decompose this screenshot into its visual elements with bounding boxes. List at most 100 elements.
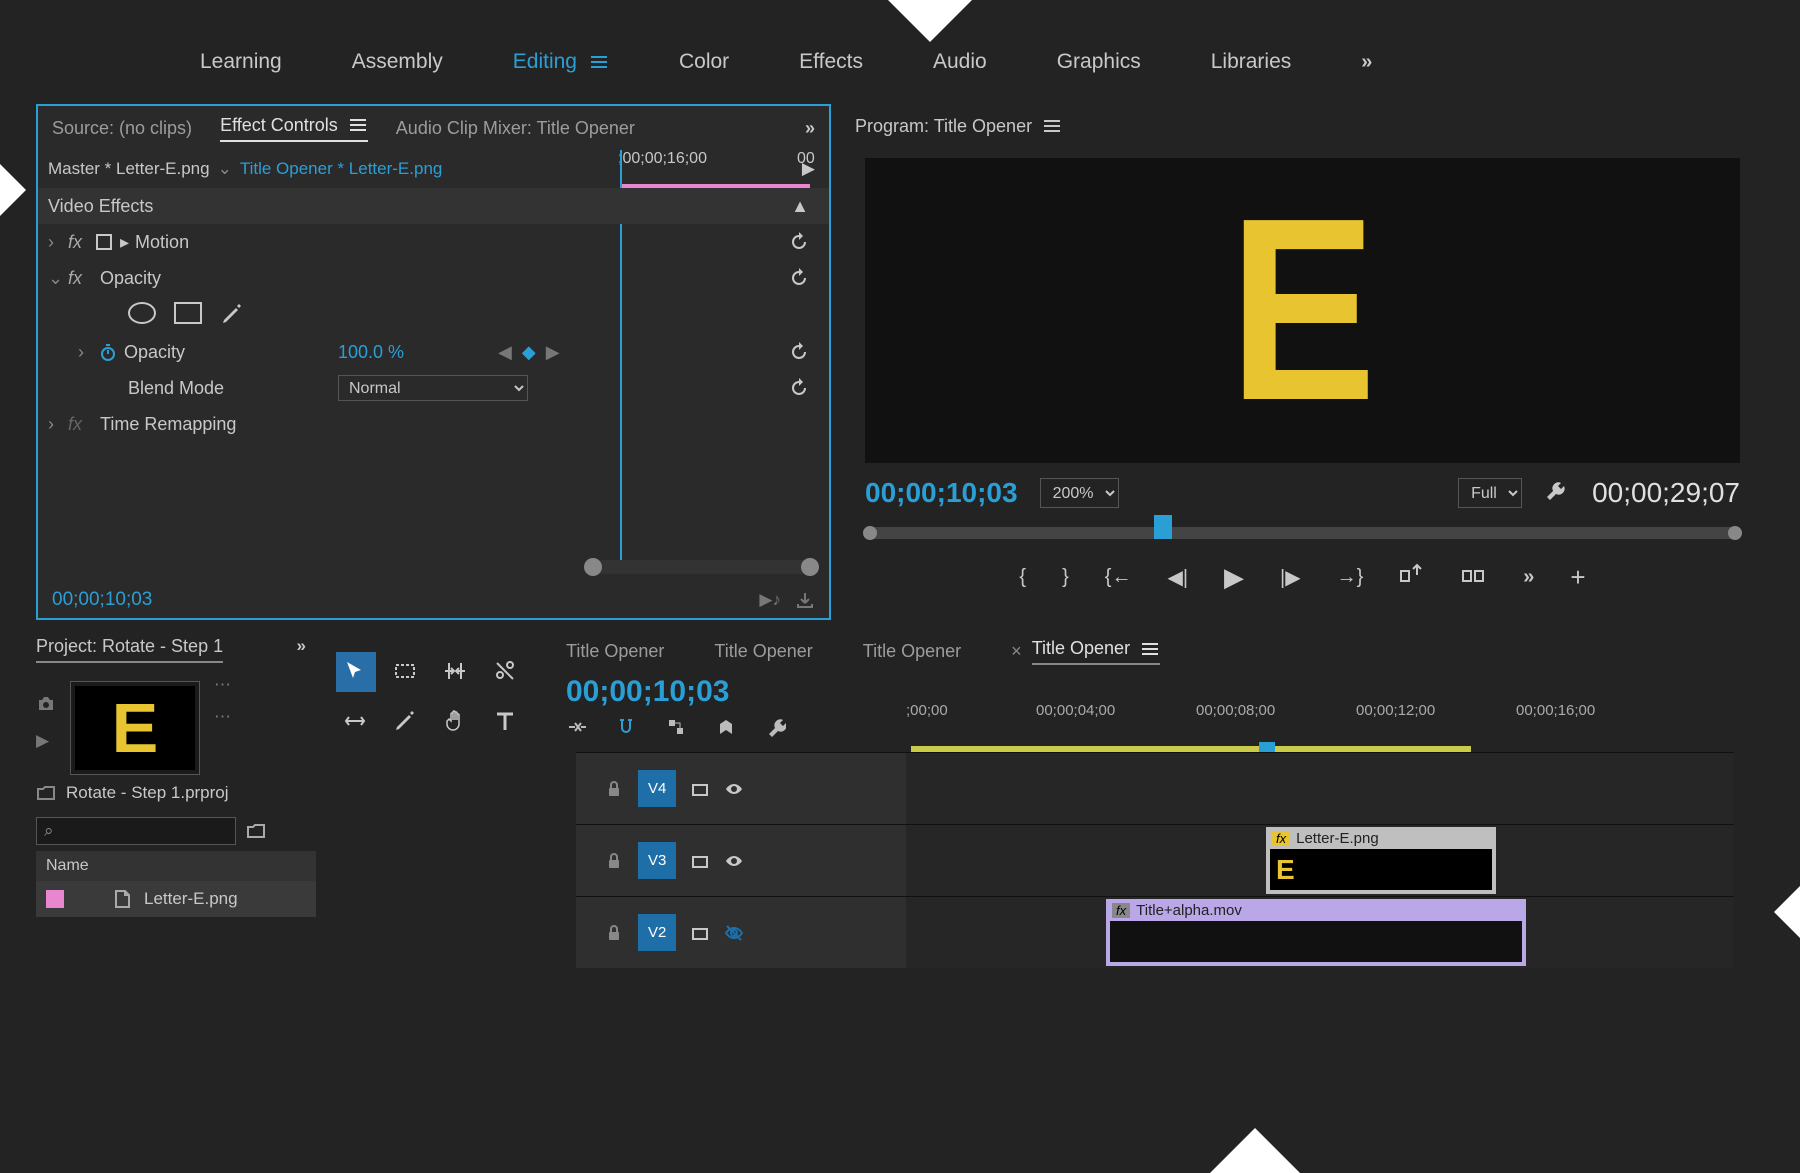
project-preview-thumb[interactable]: E xyxy=(70,681,200,775)
go-to-in-icon[interactable]: {← xyxy=(1105,566,1132,589)
reset-icon[interactable] xyxy=(789,342,809,362)
play-icon[interactable]: ▶ xyxy=(802,159,815,179)
stopwatch-icon[interactable] xyxy=(98,342,118,362)
ec-opacity-value[interactable]: 100.0 % xyxy=(338,342,404,363)
workspace-tab-graphics[interactable]: Graphics xyxy=(1057,50,1141,74)
collapse-up-icon[interactable]: ▲ xyxy=(791,196,809,217)
workspace-tab-color[interactable]: Color xyxy=(679,50,729,74)
twirl-right-icon[interactable]: › xyxy=(48,232,68,253)
workspace-tab-assembly[interactable]: Assembly xyxy=(352,50,443,74)
reset-icon[interactable] xyxy=(789,232,809,252)
scroll-thumb-left[interactable] xyxy=(584,558,602,576)
new-bin-icon[interactable] xyxy=(246,821,266,841)
workspace-tab-libraries[interactable]: Libraries xyxy=(1211,50,1292,74)
mark-out-icon[interactable]: } xyxy=(1062,566,1069,589)
play-preview-icon[interactable]: ▶ xyxy=(36,731,56,751)
ec-horizontal-scrollbar[interactable] xyxy=(586,560,817,574)
close-tab-icon[interactable]: × xyxy=(1011,641,1022,662)
clip-title-alpha[interactable]: fxTitle+alpha.mov xyxy=(1106,899,1526,966)
sync-lock-icon[interactable] xyxy=(690,851,710,871)
tab-source[interactable]: Source: (no clips) xyxy=(52,118,192,139)
snap-icon[interactable] xyxy=(616,717,636,737)
slip-tool-icon[interactable] xyxy=(336,702,376,742)
program-scrub-bar[interactable] xyxy=(865,527,1740,539)
bin-icon[interactable] xyxy=(36,783,56,803)
tab-effect-controls[interactable]: Effect Controls xyxy=(220,115,368,142)
eye-icon[interactable] xyxy=(724,779,744,799)
sync-lock-icon[interactable] xyxy=(690,779,710,799)
lock-icon[interactable] xyxy=(604,779,624,799)
wrench-settings-icon[interactable] xyxy=(1544,480,1570,506)
panel-menu-icon[interactable] xyxy=(1140,639,1160,659)
lock-icon[interactable] xyxy=(604,923,624,943)
twirl-right-icon[interactable]: › xyxy=(78,342,98,363)
track-v4-lane[interactable] xyxy=(906,753,1734,824)
clip-letter-e[interactable]: fxLetter-E.png E xyxy=(1266,827,1496,894)
fx-badge-icon[interactable]: fx xyxy=(68,268,94,289)
workspace-tab-editing[interactable]: Editing xyxy=(513,50,609,74)
scrub-dot-right[interactable] xyxy=(1728,526,1742,540)
track-select-tool-icon[interactable] xyxy=(386,652,426,692)
chevron-down-icon[interactable]: ⌄ xyxy=(218,159,232,179)
project-item-row[interactable]: Letter-E.png xyxy=(36,881,316,917)
reset-icon[interactable] xyxy=(789,378,809,398)
rectangle-mask-icon[interactable] xyxy=(174,302,202,324)
resolution-select[interactable]: Full xyxy=(1458,478,1522,508)
camera-icon[interactable] xyxy=(36,693,56,713)
track-v3-label[interactable]: V3 xyxy=(638,842,676,879)
twirl-down-icon[interactable]: ⌄ xyxy=(48,268,68,289)
blend-mode-select[interactable]: Normal xyxy=(338,375,528,401)
export-frame-icon[interactable] xyxy=(795,590,815,610)
twirl-right-icon[interactable]: › xyxy=(48,414,68,435)
step-forward-icon[interactable]: |▶ xyxy=(1280,565,1301,590)
reset-icon[interactable] xyxy=(789,268,809,288)
workspace-tab-audio[interactable]: Audio xyxy=(933,50,987,74)
eye-icon[interactable] xyxy=(724,851,744,871)
panel-menu-icon[interactable] xyxy=(1042,116,1062,136)
panel-overflow-icon[interactable]: » xyxy=(805,118,815,139)
label-color-swatch[interactable] xyxy=(46,890,64,908)
track-v2-label[interactable]: V2 xyxy=(638,914,676,951)
ec-motion-row[interactable]: › fx ▸ Motion xyxy=(38,224,829,260)
program-playhead[interactable] xyxy=(1154,515,1172,539)
workspace-tab-effects[interactable]: Effects xyxy=(799,50,863,74)
project-name-column[interactable]: Name xyxy=(36,851,316,881)
project-search-input[interactable] xyxy=(36,817,236,845)
track-v3-lane[interactable]: fxLetter-E.png E xyxy=(906,825,1734,896)
hand-tool-icon[interactable] xyxy=(436,702,476,742)
mark-in-icon[interactable]: { xyxy=(1019,566,1026,589)
workspace-tab-learning[interactable]: Learning xyxy=(200,50,282,74)
scrub-dot-left[interactable] xyxy=(863,526,877,540)
panel-menu-icon[interactable] xyxy=(348,115,368,135)
panel-menu-icon[interactable] xyxy=(589,52,609,72)
sync-lock-icon[interactable] xyxy=(690,923,710,943)
track-v4-label[interactable]: V4 xyxy=(638,770,676,807)
sequence-tab-1[interactable]: Title Opener xyxy=(566,641,664,662)
insert-mode-icon[interactable] xyxy=(566,717,586,737)
eye-off-icon[interactable] xyxy=(724,923,744,943)
sequence-tab-active[interactable]: Title Opener xyxy=(1032,638,1160,665)
workspace-overflow-icon[interactable]: » xyxy=(1361,51,1372,74)
go-to-out-icon[interactable]: →} xyxy=(1337,566,1364,589)
pen-mask-icon[interactable] xyxy=(220,302,246,328)
prev-keyframe-icon[interactable]: ◀ xyxy=(498,342,512,363)
step-back-icon[interactable]: ◀| xyxy=(1167,565,1188,590)
selection-tool-icon[interactable] xyxy=(336,652,376,692)
track-v2-lane[interactable]: fxTitle+alpha.mov xyxy=(906,897,1734,968)
marker-icon[interactable] xyxy=(716,717,736,737)
zoom-select[interactable]: 200% xyxy=(1040,478,1119,508)
pen-tool-icon[interactable] xyxy=(386,702,426,742)
thumb-menu-icon[interactable]: ⋯ xyxy=(214,675,231,695)
ec-current-timecode[interactable]: 00;00;10;03 xyxy=(52,589,152,611)
extract-icon[interactable] xyxy=(1461,561,1487,593)
ellipse-mask-icon[interactable] xyxy=(128,302,156,324)
fx-badge-icon[interactable]: fx xyxy=(68,232,94,253)
lift-icon[interactable] xyxy=(1399,561,1425,593)
timeline-settings-icon[interactable] xyxy=(766,717,786,737)
project-panel-title[interactable]: Project: Rotate - Step 1 xyxy=(36,632,223,663)
ec-time-remapping-row[interactable]: › fx Time Remapping xyxy=(38,406,829,442)
program-current-timecode[interactable]: 00;00;10;03 xyxy=(865,477,1018,509)
linked-selection-icon[interactable] xyxy=(666,717,686,737)
sequence-tab-3[interactable]: Title Opener xyxy=(863,641,961,662)
panel-overflow-icon[interactable]: » xyxy=(297,636,306,656)
